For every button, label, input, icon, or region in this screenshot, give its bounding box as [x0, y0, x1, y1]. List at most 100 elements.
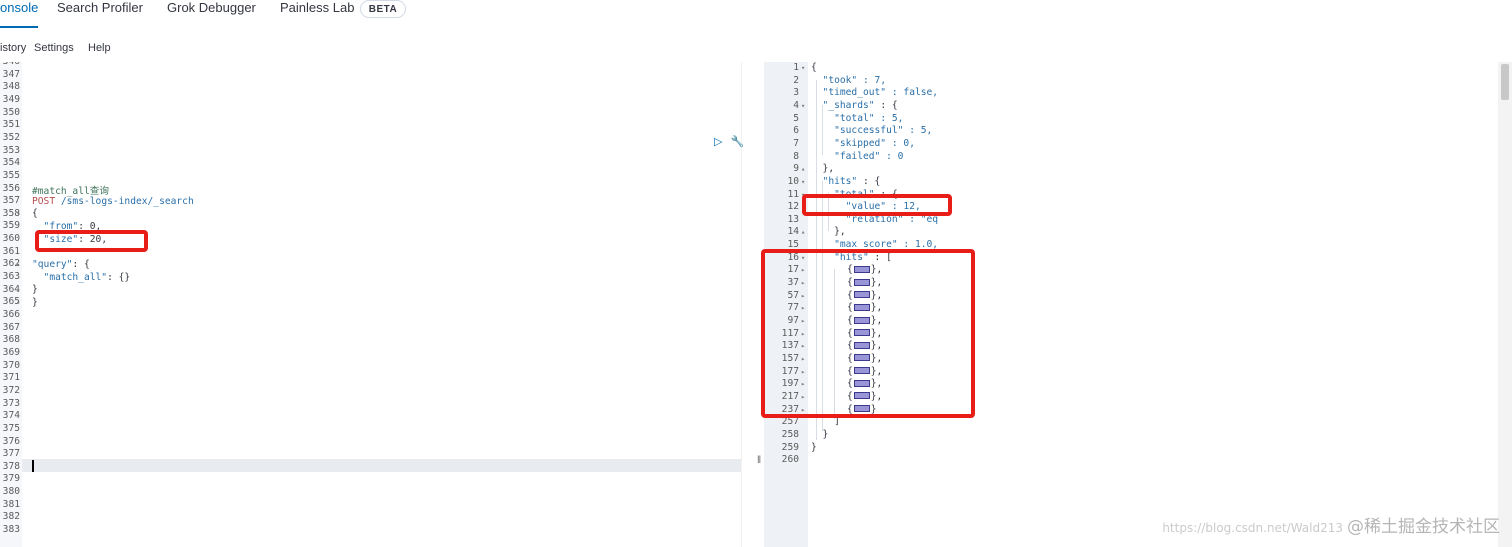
scrollbar-thumb[interactable] — [1501, 64, 1509, 100]
json-value: }, — [811, 226, 846, 238]
request-editor[interactable]: 3463473483493503513523533543553563573583… — [0, 62, 742, 547]
line-number: 380 — [2, 486, 20, 498]
json-key: "_shards" — [811, 99, 875, 111]
fold-toggle-icon[interactable]: ▾ — [801, 178, 805, 186]
line-number: 350 — [2, 106, 20, 118]
json-value: : { — [72, 259, 90, 270]
json-value: : 5, — [874, 112, 904, 124]
code-line: "took" : 7, — [811, 74, 887, 86]
line-number: 379 — [2, 473, 20, 485]
fold-toggle-icon[interactable]: ▾ — [801, 102, 805, 110]
code-line: } — [811, 428, 829, 440]
line-number: 381 — [2, 498, 20, 510]
code-line: { — [811, 62, 817, 73]
fold-toggle-icon[interactable]: ▴ — [801, 228, 805, 236]
json-key: "query" — [32, 259, 73, 270]
line-number: 372 — [2, 384, 20, 396]
annotation-box-hits-value — [802, 194, 952, 216]
line-number: 4 — [793, 99, 799, 111]
tab-grok-debugger[interactable]: Grok Debugger — [167, 0, 256, 28]
json-key: "took" — [811, 74, 858, 86]
json-key: "hits" — [811, 175, 858, 187]
line-number: 5 — [793, 112, 799, 124]
code-line: "skipped" : 0, — [811, 138, 915, 149]
resize-handle-icon[interactable]: ‖ — [757, 455, 761, 466]
response-editor-scrollbar[interactable] — [1498, 62, 1512, 547]
line-number: 360 — [2, 233, 20, 245]
line-number: 366 — [2, 309, 20, 320]
line-number: 348 — [2, 81, 20, 93]
code-request-line: POST /sms-logs-index/_search — [32, 196, 194, 207]
line-number: 258 — [781, 428, 799, 440]
code-line: "query": { — [32, 259, 90, 270]
beta-badge: BETA — [360, 0, 406, 18]
line-number: 10 — [787, 175, 799, 187]
tab-painless-lab[interactable]: Painless Lab — [280, 0, 354, 28]
wrench-icon[interactable]: 🔧 — [731, 136, 745, 148]
watermark: https://blog.csdn.net/Wald213 @稀土掘金技术社区 — [1162, 512, 1500, 537]
code-line: "total" : 5, — [811, 113, 903, 124]
json-value: }, — [811, 163, 835, 175]
line-number: 352 — [2, 131, 20, 143]
line-number: 363 — [2, 271, 20, 283]
menu-settings[interactable]: Settings — [34, 42, 74, 54]
app-tab-bar: onsole Search Profiler Grok Debugger Pai… — [0, 0, 1512, 29]
code-line: "failed" : 0 — [811, 151, 903, 162]
request-path: /sms-logs-index/_search — [55, 196, 194, 207]
request-actions: ▷ 🔧 — [714, 135, 744, 148]
http-method: POST — [32, 196, 56, 207]
code-line: }, — [811, 163, 835, 175]
line-number: 369 — [2, 346, 20, 358]
line-number: 371 — [2, 372, 20, 384]
line-number: 359 — [2, 220, 20, 232]
menu-help[interactable]: Help — [88, 42, 111, 54]
json-value: : 7, — [857, 74, 887, 86]
line-number: 373 — [2, 397, 20, 409]
code-line: }, — [811, 226, 846, 237]
line-number: 349 — [2, 93, 20, 105]
active-line-highlight — [22, 459, 741, 472]
fold-toggle-icon[interactable]: ▴ — [16, 286, 20, 294]
line-number: 346 — [3, 62, 20, 67]
line-number: 2 — [793, 74, 799, 86]
json-value: : {} — [107, 272, 131, 283]
play-icon[interactable]: ▷ — [714, 136, 722, 148]
line-number: 260 — [781, 454, 799, 466]
line-number: 8 — [793, 150, 799, 162]
line-number: 3 — [793, 87, 799, 99]
line-number: 12 — [787, 201, 799, 213]
line-number: 9 — [793, 163, 799, 175]
code-line: } — [811, 441, 817, 453]
code-line: "match_all": {} — [32, 272, 131, 283]
json-value: : { — [857, 175, 881, 187]
line-number: 13 — [787, 213, 799, 225]
fold-toggle-icon[interactable]: ▾ — [16, 209, 20, 217]
json-key: "total" — [811, 112, 875, 124]
fold-toggle-icon[interactable]: ▾ — [801, 64, 805, 72]
watermark-text: @稀土掘金技术社区 — [1347, 517, 1500, 537]
annotation-box-hits-array — [761, 249, 975, 418]
line-number: 374 — [2, 410, 20, 422]
tab-console[interactable]: onsole — [0, 0, 39, 28]
text-cursor — [32, 460, 34, 472]
line-number: 7 — [793, 137, 799, 149]
line-number: 11 — [787, 188, 799, 200]
fold-toggle-icon[interactable]: ▴ — [16, 298, 20, 306]
line-number: 14 — [787, 226, 799, 238]
json-key: "skipped" — [811, 137, 887, 149]
line-number: 347 — [2, 68, 20, 80]
fold-toggle-icon[interactable]: ▴ — [801, 165, 805, 173]
json-value: : false, — [886, 87, 939, 99]
code-line: "successful" : 5, — [811, 125, 932, 136]
json-key: "failed" — [811, 150, 881, 162]
json-value: : 0 — [880, 150, 904, 162]
line-number: 361 — [2, 245, 20, 257]
json-key: "successful" — [811, 125, 904, 137]
tab-search-profiler[interactable]: Search Profiler — [57, 0, 143, 28]
fold-toggle-icon[interactable]: ▾ — [16, 261, 20, 269]
code-line: } — [32, 284, 38, 295]
menu-history[interactable]: istory — [0, 42, 26, 54]
line-number: 357 — [2, 195, 20, 207]
code-line: { — [32, 208, 38, 219]
line-number: 354 — [2, 157, 20, 169]
